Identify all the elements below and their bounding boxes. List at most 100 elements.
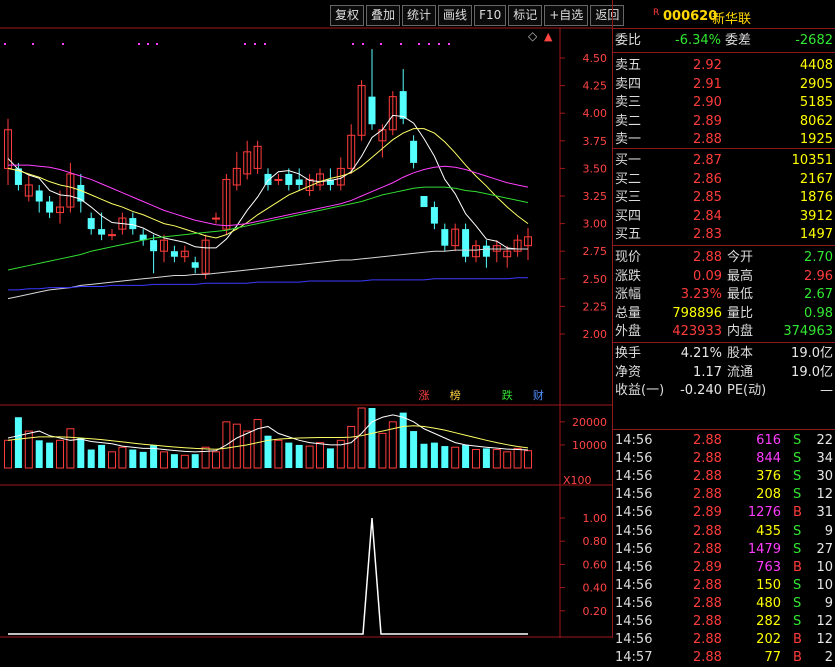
tick-count: 2	[824, 650, 833, 666]
tick-row: 14:57 2.88 77 B 2	[613, 649, 835, 667]
volume-bar	[430, 442, 438, 468]
stat-value: 3.23%	[680, 287, 722, 302]
price-tick-label: 3.50	[583, 162, 608, 175]
toolbar-button-3[interactable]: 画线	[438, 5, 473, 26]
stat-value: 0.98	[804, 305, 833, 321]
marker-dot	[418, 43, 420, 45]
stat-value: 2.88	[693, 250, 722, 265]
tick-price: 2.88	[693, 433, 722, 448]
marker-dot	[4, 43, 6, 45]
volume-unit: X100	[563, 474, 592, 487]
buy-volume: 1497	[799, 227, 833, 242]
stat-row: 总量 798896 量比 0.98	[613, 305, 835, 323]
tick-price: 2.88	[693, 632, 722, 648]
volume-bar	[503, 451, 512, 469]
toolbar-button-6[interactable]: +自选	[544, 5, 589, 26]
tick-volume: 202	[756, 632, 781, 648]
candle-body	[420, 196, 428, 208]
price-tick-label: 2.75	[583, 245, 608, 258]
volume-bar	[451, 446, 460, 469]
toolbar-button-4[interactable]: F10	[474, 5, 507, 26]
candle-body	[191, 262, 199, 268]
tick-side: S	[793, 614, 802, 629]
volume-bar	[212, 451, 220, 469]
weibi-label: 委比	[615, 33, 642, 48]
chart-svg[interactable]: ◇ ▲ 4.50 4.25 4.00 3.75 3.50 3.25 3.00 2.75 2.50 2.…	[0, 0, 612, 638]
buy-volume: 10351	[791, 153, 833, 168]
fund-value: 1.17	[693, 364, 722, 380]
volume-bar	[4, 439, 12, 469]
candle-body	[410, 140, 418, 163]
fund-label: PE(动)	[727, 383, 767, 398]
marker-dot	[138, 43, 140, 45]
order-ratio-row: 委比 -6.34% 委差 -2682	[613, 32, 835, 50]
tick-time: 14:57	[615, 650, 653, 666]
chart-panel[interactable]: ◇ ▲ 4.50 4.25 4.00 3.75 3.50 3.25 3.00 2.75 2.50 2.…	[0, 0, 625, 638]
volume-bar	[524, 450, 532, 469]
tick-volume: 150	[756, 577, 781, 593]
stat-value: 2.96	[804, 268, 833, 284]
volume-bar	[513, 447, 522, 469]
fund-value: 19.0亿	[791, 346, 833, 361]
tick-row: 14:56 2.88 844 S 34	[613, 450, 835, 468]
price-tick-label: 2.25	[583, 300, 608, 313]
tick-price: 2.89	[693, 559, 722, 575]
candle-body	[212, 217, 220, 220]
sell-label: 卖五	[615, 58, 642, 73]
tick-time: 14:56	[615, 505, 653, 521]
volume-bar	[441, 446, 449, 468]
buy-row: 买一 2.87 10351	[613, 152, 835, 170]
tick-count: 27	[816, 541, 833, 557]
toolbar-button-5[interactable]: 标记	[508, 5, 543, 26]
price-tick-label: 2.00	[583, 328, 608, 341]
sell-volume: 8062	[799, 113, 833, 129]
sell-row: 卖五 2.92 4408	[613, 57, 835, 75]
divider	[613, 429, 835, 430]
candle-body	[129, 218, 137, 230]
toolbar-button-2[interactable]: 统计	[402, 5, 437, 26]
tick-side: B	[793, 559, 802, 575]
volume-bar	[180, 454, 189, 469]
stat-label: 涨跌	[615, 268, 642, 284]
tick-count: 31	[816, 505, 833, 521]
tick-side: B	[793, 505, 802, 521]
expand-icon: ◇	[528, 29, 538, 43]
sell-volume: 5185	[799, 95, 833, 110]
volume-bar	[118, 446, 127, 469]
marker-dot	[400, 43, 402, 45]
toolbar-button-1[interactable]: 叠加	[366, 5, 401, 26]
fundamental-row: 收益(一) -0.240 PE(动) —	[613, 382, 835, 400]
candle-body	[462, 229, 470, 257]
fund-label: 流通	[727, 364, 754, 380]
price-tick-label: 3.25	[583, 190, 608, 203]
volume-bar	[139, 451, 147, 468]
stat-label: 外盘	[615, 324, 642, 339]
buy-row: 买五 2.83 1497	[613, 226, 835, 244]
buy-price: 2.87	[693, 153, 722, 168]
tick-side: S	[793, 523, 802, 539]
volume-bar	[243, 430, 252, 469]
indicator-tick-label: 0.20	[583, 605, 608, 618]
stat-row: 涨跌 0.09 最高 2.96	[613, 268, 835, 286]
tick-price: 2.88	[693, 487, 722, 503]
volume-bar	[170, 454, 178, 468]
tick-time: 14:56	[615, 559, 653, 575]
candle-body	[295, 179, 303, 185]
tick-count: 12	[816, 614, 833, 629]
tick-count: 12	[816, 487, 833, 503]
quote-panel: R 000620 新华联 委比 -6.34% 委差 -2682 卖五 2.92 44…	[612, 0, 835, 665]
tick-volume: 208	[756, 487, 781, 503]
tick-price: 2.88	[693, 469, 722, 485]
buy-volume: 3912	[799, 208, 833, 224]
candle-body	[368, 96, 376, 125]
toolbar-button-0[interactable]: 复权	[330, 5, 365, 26]
price-ma-line-5	[8, 277, 528, 291]
indicator-tick-label: 1.00	[583, 512, 608, 525]
stock-name[interactable]: 新华联	[712, 8, 751, 27]
candle-body	[482, 245, 490, 257]
tick-row: 14:56 2.89 763 B 10	[613, 559, 835, 577]
candle-body	[430, 207, 438, 224]
candle-body	[108, 234, 116, 237]
stock-code[interactable]: 000620	[663, 9, 717, 24]
tick-time: 14:56	[615, 451, 653, 467]
